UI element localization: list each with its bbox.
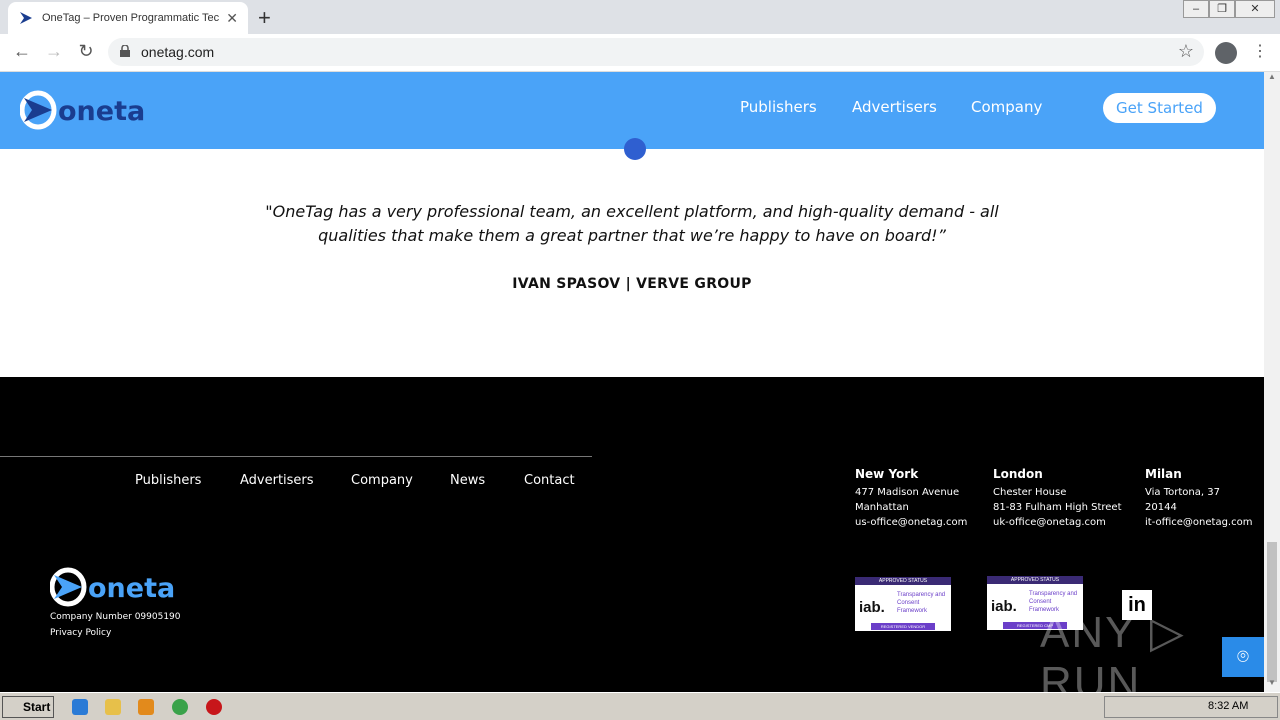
testimonial-quote: "OneTag has a very professional team, an…: [265, 202, 999, 245]
url-text: onetag.com: [141, 44, 215, 60]
badge-status: APPROVED STATUS: [987, 576, 1083, 584]
office-london: London Chester House 81-83 Fulham High S…: [993, 467, 1122, 530]
nav-publishers[interactable]: Publishers: [740, 98, 817, 116]
browser-toolbar: ← → ↻ onetag.com ☆ ⋮: [0, 34, 1280, 72]
onetag-logo[interactable]: onetag: [20, 90, 145, 130]
office-email[interactable]: uk-office@onetag.com: [993, 515, 1122, 530]
new-tab-button[interactable]: +: [258, 5, 271, 31]
page-scrollbar[interactable]: ▲ ▼: [1264, 72, 1280, 692]
address-bar[interactable]: onetag.com ☆: [108, 38, 1204, 66]
get-started-button[interactable]: Get Started: [1103, 93, 1216, 123]
badge-iab: iab.: [991, 598, 1017, 615]
privacy-policy-link[interactable]: Privacy Policy: [50, 628, 111, 638]
browser-tab[interactable]: OneTag – Proven Programmatic Tec ✕: [8, 2, 248, 34]
office-email[interactable]: it-office@onetag.com: [1145, 515, 1252, 530]
onetag-favicon-icon: [20, 12, 32, 24]
office-address-line: 20144: [1145, 502, 1177, 513]
system-tray: [1104, 696, 1278, 718]
badge-iab: iab.: [859, 599, 885, 616]
footer-link-news[interactable]: News: [450, 473, 485, 488]
browser-menu-icon[interactable]: ⋮: [1252, 41, 1268, 61]
ie-icon[interactable]: [72, 699, 88, 715]
page-viewport: onetag Publishers Advertisers Company Ge…: [0, 72, 1264, 692]
office-new-york: New York 477 Madison Avenue Manhattan us…: [855, 467, 967, 530]
chrome-icon[interactable]: [172, 699, 188, 715]
forward-icon[interactable]: →: [42, 41, 66, 62]
footer-divider: [0, 456, 592, 457]
tab-title: OneTag – Proven Programmatic Tec: [42, 12, 220, 24]
lock-icon: [120, 45, 130, 57]
footer-link-advertisers[interactable]: Advertisers: [240, 473, 314, 488]
browser-titlebar: OneTag – Proven Programmatic Tec ✕ + – ❐…: [0, 0, 1280, 34]
scroll-thumb[interactable]: [1267, 542, 1277, 682]
badge-tcf: Transparency and Consent Framework: [897, 592, 946, 614]
office-city: Milan: [1145, 467, 1182, 481]
minimize-button[interactable]: –: [1183, 0, 1209, 18]
tab-close-icon[interactable]: ✕: [226, 10, 238, 27]
nav-company[interactable]: Company: [971, 98, 1042, 116]
office-city: London: [993, 467, 1043, 481]
close-window-button[interactable]: ✕: [1235, 0, 1275, 18]
office-address-line: Via Tortona, 37: [1145, 487, 1220, 498]
media-player-icon[interactable]: [138, 699, 154, 715]
footer-onetag-logo[interactable]: onetag: [50, 567, 175, 607]
profile-icon[interactable]: [1215, 42, 1237, 64]
footer-link-company[interactable]: Company: [351, 473, 413, 488]
bookmark-star-icon[interactable]: ☆: [1178, 41, 1194, 62]
footer-link-contact[interactable]: Contact: [524, 473, 575, 488]
start-button[interactable]: Start: [2, 696, 54, 718]
office-address-line: Manhattan: [855, 502, 909, 513]
office-address-line: 477 Madison Avenue: [855, 487, 960, 498]
maximize-button[interactable]: ❐: [1209, 0, 1235, 18]
svg-text:onetag: onetag: [88, 573, 175, 604]
back-icon[interactable]: ←: [10, 41, 34, 62]
opera-icon[interactable]: [206, 699, 222, 715]
fingerprint-icon[interactable]: ⌾: [1222, 637, 1264, 677]
scroll-up-icon[interactable]: ▲: [1264, 72, 1280, 86]
office-address-line: 81-83 Fulham High Street: [993, 502, 1122, 513]
company-number: Company Number 09905190: [50, 612, 181, 622]
scroll-down-icon[interactable]: ▼: [1264, 678, 1280, 692]
badge-status: APPROVED STATUS: [855, 577, 951, 585]
office-email[interactable]: us-office@onetag.com: [855, 515, 967, 530]
svg-text:onetag: onetag: [58, 96, 145, 127]
office-city: New York: [855, 467, 919, 481]
badge-role: REGISTERED VENDOR: [871, 623, 935, 630]
office-address-line: Chester House: [993, 487, 1067, 498]
testimonial-author: IVAN SPASOV | VERVE GROUP: [512, 276, 752, 292]
iab-tcf-vendor-badge: APPROVED STATUS iab. Transparency and Co…: [855, 577, 951, 631]
nav-advertisers[interactable]: Advertisers: [852, 98, 937, 116]
footer-link-publishers[interactable]: Publishers: [135, 473, 201, 488]
explorer-icon[interactable]: [105, 699, 121, 715]
reload-icon[interactable]: ↻: [74, 41, 98, 62]
carousel-dot[interactable]: [624, 138, 646, 160]
windows-taskbar: Start 8:32 AM: [0, 692, 1280, 720]
office-milan: Milan Via Tortona, 37 20144 it-office@on…: [1145, 467, 1252, 530]
clock: 8:32 AM: [1208, 700, 1249, 712]
site-footer: Publishers Advertisers Company News Cont…: [0, 377, 1264, 692]
